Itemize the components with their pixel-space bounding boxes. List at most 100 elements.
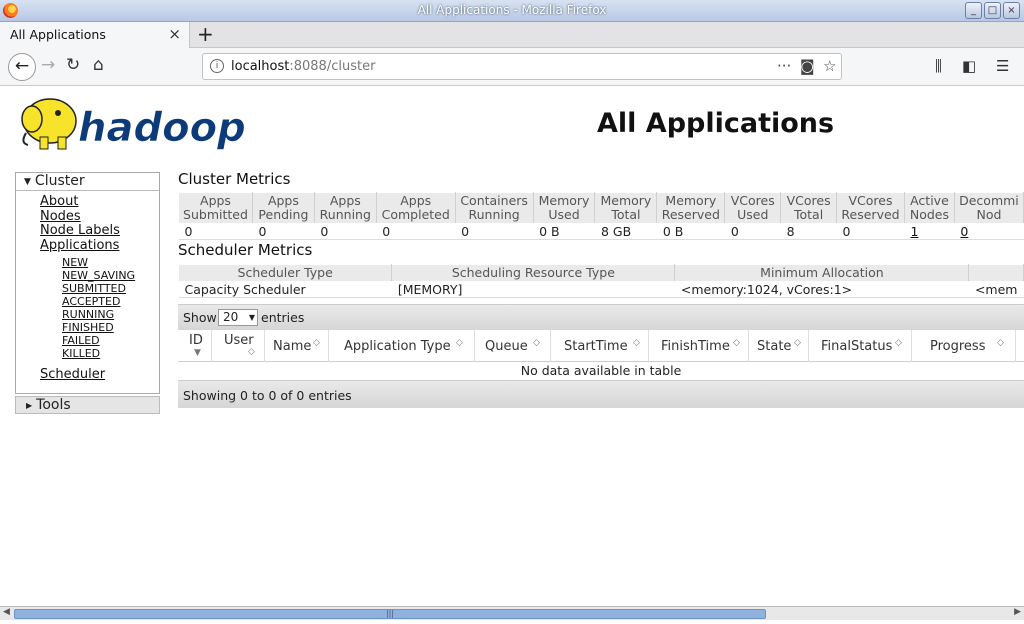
active-nodes-link[interactable]: 1 xyxy=(910,224,918,239)
datatable-length-bar: Show 20 ▼ entries xyxy=(178,304,1024,330)
home-button[interactable]: ⌂ xyxy=(93,55,104,75)
column-state[interactable]: State ◇ xyxy=(749,330,809,362)
column-progress[interactable]: Progress ◇ xyxy=(912,330,1016,362)
triangle-right-icon: ▶ xyxy=(26,401,33,410)
sidebar-link-killed[interactable]: KILLED xyxy=(62,347,159,360)
metric-header: Memory Reserved xyxy=(656,192,726,224)
metric-value: 0 B xyxy=(533,223,595,240)
column-application-type[interactable]: Application Type ◇ xyxy=(329,330,475,362)
sort-icon: ◇ xyxy=(895,338,902,348)
sort-icon: ▼ xyxy=(194,348,201,358)
column-label: FinishTime xyxy=(661,339,730,354)
applications-table-header: ID ▼ User ◇ Name ◇ Application Type ◇ Queue ◇… xyxy=(178,330,1024,362)
sidebar-link-node-labels[interactable]: Node Labels xyxy=(40,223,159,239)
table-row: Capacity Scheduler [MEMORY] <memory:1024… xyxy=(178,281,1024,298)
sidebar-link-failed[interactable]: FAILED xyxy=(62,334,159,347)
column-id[interactable]: ID ▼ xyxy=(178,330,212,362)
metric-header: Memory Total xyxy=(594,192,658,224)
datatable-info-bar: Showing 0 to 0 of 0 entries xyxy=(178,380,1024,408)
cluster-metrics-table: Apps Submitted Apps Pending Apps Running Ap… xyxy=(178,192,1024,240)
reload-button[interactable]: ↻ xyxy=(66,55,80,75)
sidebar-link-about[interactable]: About xyxy=(40,194,159,210)
close-window-button[interactable]: × xyxy=(1003,2,1020,19)
sidebar-cluster: ▼ Cluster About Nodes Node Labels Applica… xyxy=(15,172,160,394)
metric-value: 0 xyxy=(178,223,253,240)
url-bar[interactable]: i localhost:8088/cluster ··· ◙ ☆ xyxy=(202,53,842,80)
metric-value: 0 xyxy=(724,223,781,240)
bookmark-star-icon[interactable]: ☆ xyxy=(823,57,836,75)
sidebar-link-scheduler[interactable]: Scheduler xyxy=(40,367,159,383)
column-final-status[interactable]: FinalStatus ◇ xyxy=(809,330,912,362)
decommissioned-nodes-link[interactable]: 0 xyxy=(960,224,968,239)
scheduler-value: Capacity Scheduler xyxy=(178,281,392,298)
metric-header: Apps Running xyxy=(313,192,377,224)
metric-value: 0 B xyxy=(656,223,725,240)
tab-strip: All Applications × + xyxy=(0,22,1024,48)
tools-label: Tools xyxy=(36,397,71,413)
sidebar-link-nodes[interactable]: Nodes xyxy=(40,209,159,225)
close-tab-icon[interactable]: × xyxy=(168,25,181,43)
sidebar-link-applications[interactable]: Applications xyxy=(40,238,159,254)
horizontal-scrollbar[interactable]: ◀ ||| ▶ xyxy=(0,606,1024,620)
menu-icon[interactable]: ☰ xyxy=(996,57,1009,75)
page-title: All Applications xyxy=(597,108,835,139)
url-text[interactable]: localhost:8088/cluster xyxy=(231,59,375,74)
scroll-right-icon[interactable]: ▶ xyxy=(1014,607,1021,617)
pocket-icon[interactable]: ◙ xyxy=(800,57,815,75)
column-label: StartTime xyxy=(564,339,628,354)
tab-label: All Applications xyxy=(10,27,106,42)
metric-header: Decommi Nod xyxy=(953,192,1024,224)
sidebar-link-running[interactable]: RUNNING xyxy=(62,308,159,321)
navigation-toolbar: ← → ↻ ⌂ i localhost:8088/cluster ··· ◙ ☆… xyxy=(0,48,1024,86)
scheduler-header: Scheduling Resource Type xyxy=(391,264,676,282)
scroll-left-icon[interactable]: ◀ xyxy=(3,607,10,617)
metric-header: Apps Pending xyxy=(251,192,315,224)
metric-header: Apps Completed xyxy=(375,192,456,224)
scrollbar-thumb[interactable]: ||| xyxy=(14,609,766,619)
forward-button[interactable]: → xyxy=(41,55,55,75)
sort-icon: ◇ xyxy=(248,347,255,357)
window-title: All Applications - Mozilla Firefox xyxy=(417,3,607,17)
url-host: localhost xyxy=(231,59,290,74)
column-user[interactable]: User ◇ xyxy=(212,330,265,362)
sidebar-link-new-saving[interactable]: NEW_SAVING xyxy=(62,269,159,282)
sidebar-link-accepted[interactable]: ACCEPTED xyxy=(62,295,159,308)
site-info-icon[interactable]: i xyxy=(210,59,224,73)
library-icon[interactable]: ⫼ xyxy=(935,57,942,75)
column-queue[interactable]: Queue ◇ xyxy=(475,330,551,362)
metric-header: Memory Used xyxy=(532,192,596,224)
sort-icon: ◇ xyxy=(794,338,801,348)
metric-value: 0 xyxy=(455,223,534,240)
column-start-time[interactable]: StartTime ◇ xyxy=(551,330,649,362)
sidebar-link-finished[interactable]: FINISHED xyxy=(62,321,159,334)
scheduler-value: <mem xyxy=(968,281,1024,298)
svg-text:hadoop: hadoop xyxy=(78,105,246,151)
cluster-metrics-title: Cluster Metrics xyxy=(178,170,291,188)
metric-header: Apps Submitted xyxy=(178,192,253,224)
scheduler-header xyxy=(968,264,1024,282)
column-name[interactable]: Name ◇ xyxy=(265,330,329,362)
tools-section-toggle[interactable]: ▶ Tools xyxy=(15,396,160,414)
sidebar-link-submitted[interactable]: SUBMITTED xyxy=(62,282,159,295)
metric-value: 0 xyxy=(314,223,377,240)
metric-header: Active Nodes xyxy=(903,192,955,224)
table-row: 0 0 0 0 0 0 B 8 GB 0 B 0 8 0 1 0 xyxy=(178,223,1024,240)
maximize-button[interactable]: □ xyxy=(984,2,1001,19)
window-titlebar: All Applications - Mozilla Firefox _ □ × xyxy=(0,0,1024,22)
metric-header: VCores Reserved xyxy=(836,192,905,224)
show-label: Show xyxy=(183,310,217,325)
sidebar-toggle-icon[interactable]: ◧ xyxy=(962,57,976,75)
tab-all-applications[interactable]: All Applications × xyxy=(0,22,190,48)
column-label: State xyxy=(757,339,792,354)
metric-header: VCores Total xyxy=(780,192,838,224)
new-tab-button[interactable]: + xyxy=(197,22,214,46)
sort-icon: ◇ xyxy=(997,338,1004,348)
column-finish-time[interactable]: FinishTime ◇ xyxy=(649,330,749,362)
sidebar-link-new[interactable]: NEW xyxy=(62,256,159,269)
column-label: FinalStatus xyxy=(821,339,893,354)
back-button[interactable]: ← xyxy=(8,53,36,81)
page-size-select[interactable]: 20 ▼ xyxy=(218,309,258,326)
cluster-section-toggle[interactable]: ▼ Cluster xyxy=(16,173,159,191)
page-actions-icon[interactable]: ··· xyxy=(777,57,791,75)
minimize-button[interactable]: _ xyxy=(965,2,982,19)
